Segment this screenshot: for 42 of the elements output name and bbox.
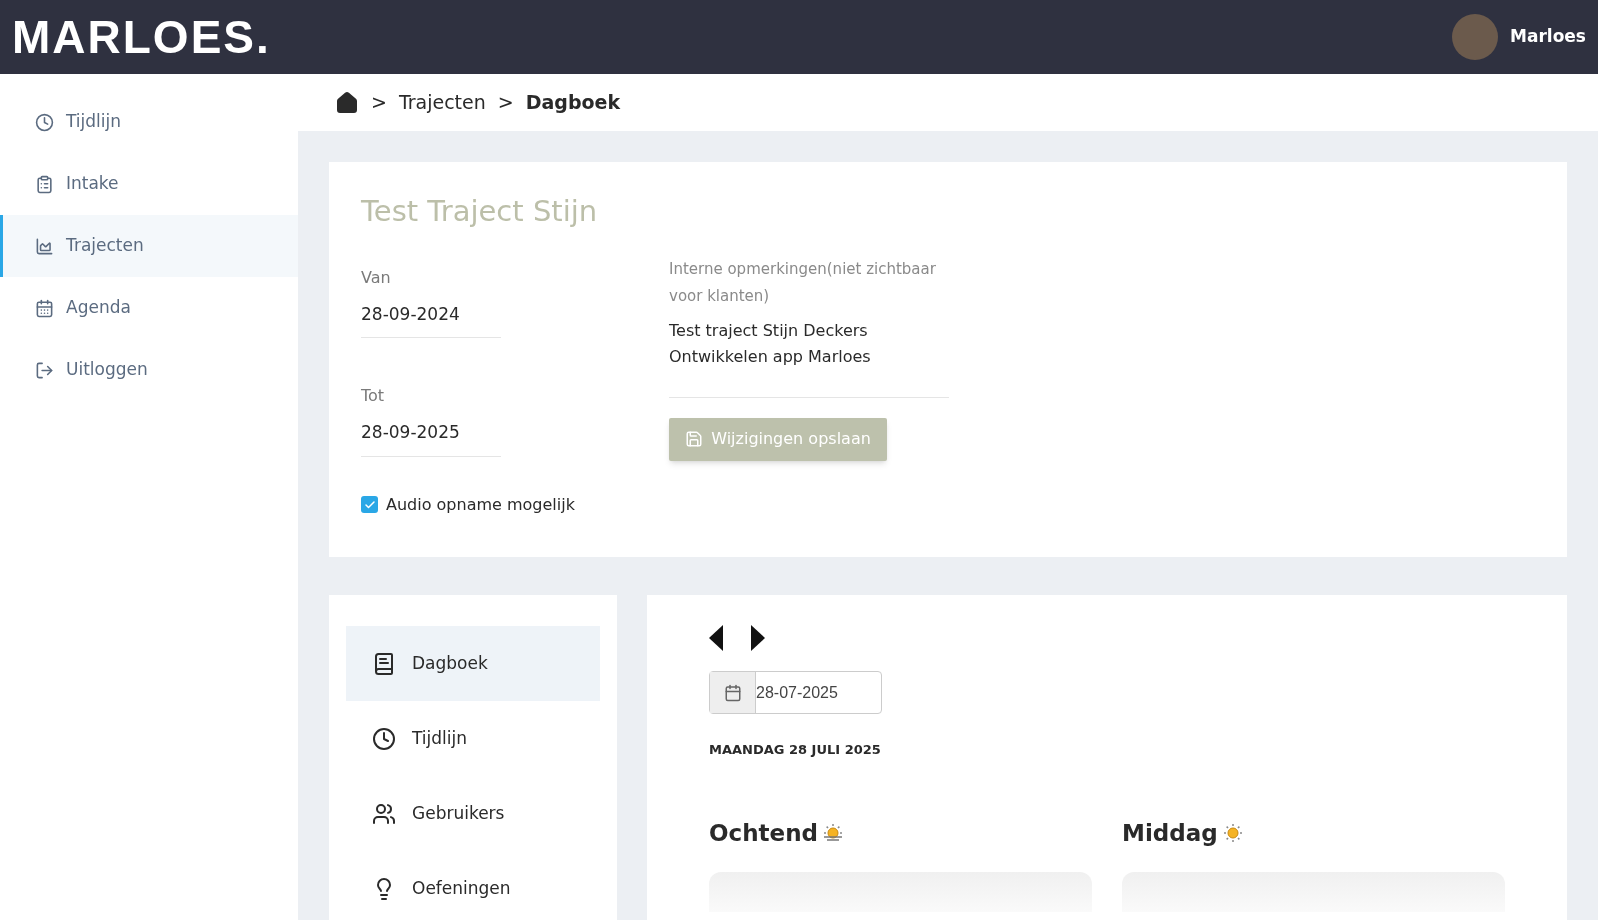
checkbox[interactable] xyxy=(361,496,378,513)
check-icon xyxy=(363,498,376,511)
breadcrumb-link[interactable]: Dagboek xyxy=(525,88,621,117)
menu-item[interactable]: Dagboek xyxy=(346,626,600,701)
date-picker[interactable]: 28-07-2025 xyxy=(709,671,882,714)
book-icon xyxy=(372,651,396,676)
next-arrow-icon[interactable] xyxy=(749,625,765,651)
breadcrumb-separator: > xyxy=(371,90,387,116)
remarks-textarea[interactable]: Test traject Stijn Deckers Ontwikkelen app Marloes xyxy=(669,317,949,398)
area-chart-icon xyxy=(35,236,54,256)
field-label: Van xyxy=(361,266,392,289)
save-icon xyxy=(685,430,704,448)
user-name[interactable]: Marloes xyxy=(1510,24,1586,50)
date-field[interactable]: 28-09-2024 xyxy=(361,301,501,338)
clipboard-icon xyxy=(35,174,54,194)
checkbox-label: Audio opname mogelijk xyxy=(386,493,575,516)
section-title: Ochtend xyxy=(709,818,818,848)
date-field[interactable]: 28-09-2025 xyxy=(361,420,501,457)
date-heading: MAANDAG 28 JULI 2025 xyxy=(709,741,882,759)
users-icon xyxy=(372,801,396,826)
logo: MARLOES. xyxy=(12,9,271,65)
traject-title: Test Traject Stijn xyxy=(361,193,599,230)
clock-icon xyxy=(35,112,54,132)
calendar-icon xyxy=(723,683,742,702)
breadcrumb-separator: > xyxy=(497,90,514,116)
field-label: Tot xyxy=(361,385,386,407)
date-value: 28-07-2025 xyxy=(756,682,838,703)
logout-icon xyxy=(35,360,54,380)
section-title: Middag xyxy=(1122,818,1218,848)
clock-icon xyxy=(372,726,396,751)
home-icon[interactable] xyxy=(335,90,359,115)
sidebar-item[interactable]: Trajecten xyxy=(0,215,298,277)
sidebar-item[interactable]: Intake xyxy=(0,153,298,215)
previous-arrow-icon[interactable] xyxy=(709,625,725,651)
sidebar-item[interactable]: Tijdlijn xyxy=(0,91,298,153)
sun-icon xyxy=(1221,821,1244,844)
sidebar-item[interactable]: Uitloggen xyxy=(0,339,298,401)
field-label: Interne opmerkingen(niet zichtbaar voor klanten) xyxy=(669,258,937,307)
sidebar-item[interactable]: Agenda xyxy=(0,277,298,339)
calendar-icon xyxy=(35,298,54,318)
sunrise-icon xyxy=(822,821,844,844)
breadcrumb-link[interactable]: Trajecten xyxy=(398,88,486,117)
